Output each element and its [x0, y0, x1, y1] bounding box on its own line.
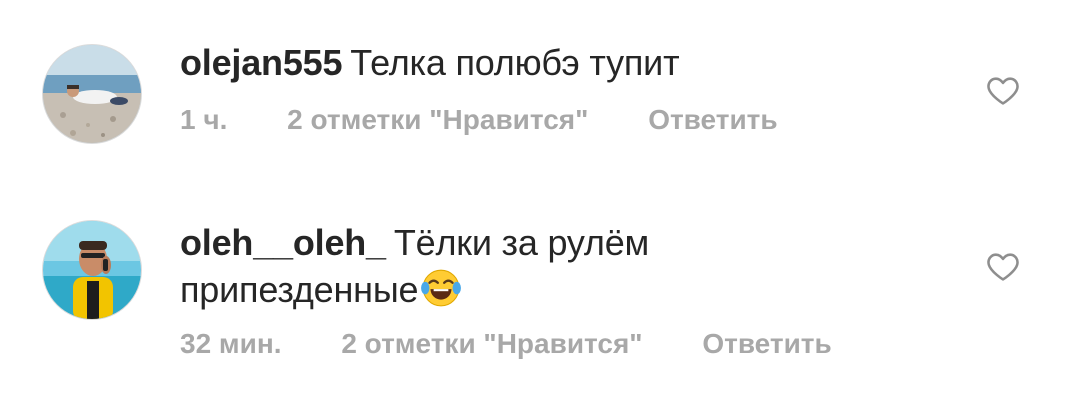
comment-time[interactable]: 32 мин.	[180, 328, 282, 360]
heart-outline-icon[interactable]	[986, 250, 1020, 282]
comment-username[interactable]: oleh__oleh_	[180, 222, 386, 263]
avatar[interactable]	[42, 44, 142, 144]
avatar-photo	[43, 221, 141, 319]
comment-item: olejan555 Телка полюбэ тупит 1 ч. 2 отмет…	[0, 0, 1080, 200]
heart-outline-icon[interactable]	[986, 74, 1020, 106]
comment-meta: 32 мин. 2 отметки "Нравится" Ответить	[180, 328, 832, 360]
comment-likes-count[interactable]: 2 отметки "Нравится"	[341, 328, 642, 360]
avatar[interactable]	[42, 220, 142, 320]
comment-meta: 1 ч. 2 отметки "Нравится" Ответить	[180, 104, 778, 136]
reply-button[interactable]: Ответить	[702, 328, 831, 360]
comment-item: oleh__oleh_ Тёлки за рулём припезденные 3…	[0, 200, 1080, 409]
face-with-tears-of-joy-icon	[421, 269, 462, 307]
comment-text: Телка полюбэ тупит	[350, 42, 680, 83]
avatar-photo	[43, 45, 141, 143]
comment-time[interactable]: 1 ч.	[180, 104, 227, 136]
reply-button[interactable]: Ответить	[648, 104, 777, 136]
comment-body: olejan555 Телка полюбэ тупит	[180, 40, 930, 86]
comment-text-line2: припезденные	[180, 269, 419, 310]
comment-body: oleh__oleh_ Тёлки за рулём припезденные	[180, 220, 930, 313]
comment-username[interactable]: olejan555	[180, 42, 342, 83]
comment-text-line1: Тёлки за рулём	[393, 222, 650, 263]
comment-likes-count[interactable]: 2 отметки "Нравится"	[287, 104, 588, 136]
